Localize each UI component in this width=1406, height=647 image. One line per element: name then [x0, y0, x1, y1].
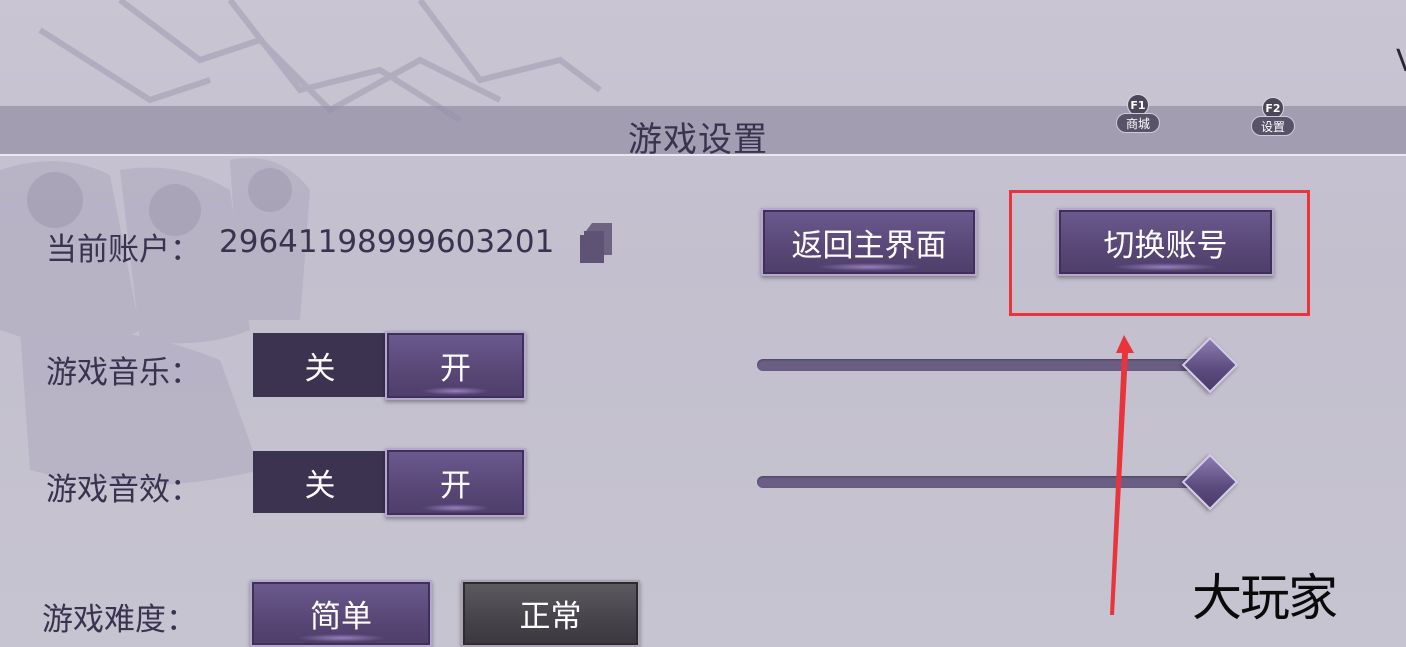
music-on-toggle[interactable]: 开: [385, 331, 526, 400]
difficulty-easy-button[interactable]: 简单: [250, 580, 432, 647]
music-label: 游戏音乐：: [46, 355, 201, 391]
music-volume-slider[interactable]: [757, 359, 1207, 371]
settings-hotkey-label: 设置: [1251, 116, 1295, 136]
switch-account-button[interactable]: 切换账号: [1057, 208, 1274, 276]
edge-letter: V: [1396, 44, 1406, 79]
copy-icon[interactable]: [578, 222, 614, 264]
title-bar: 游戏设置 F1 商城 F2 设置: [0, 94, 1406, 160]
page-title: 游戏设置: [628, 120, 768, 160]
shop-hotkey-label: 商城: [1116, 113, 1160, 133]
sound-effects-volume-thumb[interactable]: [1181, 453, 1239, 511]
sound-effects-volume-slider[interactable]: [757, 476, 1207, 488]
watermark: 大玩家: [1192, 569, 1338, 627]
background-artwork: [0, 0, 602, 485]
sound-effects-label: 游戏音效：: [46, 472, 201, 508]
shop-hotkey[interactable]: F1 商城: [1116, 94, 1160, 133]
return-main-button[interactable]: 返回主界面: [761, 208, 977, 276]
annotation-arrow-icon: [1110, 335, 1134, 615]
settings-hotkey[interactable]: F2 设置: [1251, 97, 1295, 136]
difficulty-normal-button[interactable]: 正常: [461, 580, 640, 647]
difficulty-label: 游戏难度：: [42, 602, 197, 638]
music-volume-thumb[interactable]: [1181, 336, 1239, 394]
music-off-toggle[interactable]: 关: [253, 333, 387, 397]
account-label: 当前账户：: [46, 232, 201, 268]
account-id: 29641198999603201: [219, 224, 555, 260]
sound-effects-on-toggle[interactable]: 开: [385, 448, 526, 517]
sound-effects-off-toggle[interactable]: 关: [253, 451, 387, 513]
